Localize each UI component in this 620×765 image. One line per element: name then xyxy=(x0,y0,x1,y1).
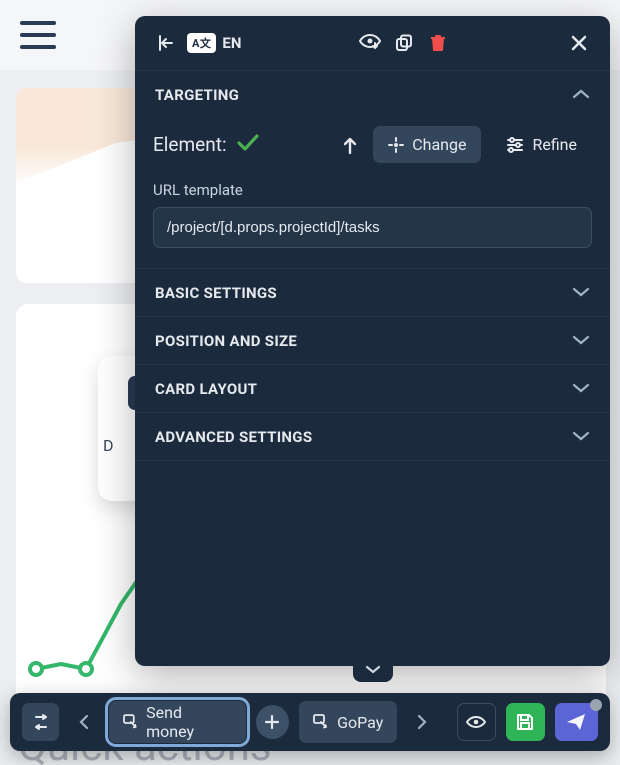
bg-mini-text: D xyxy=(103,436,114,455)
refine-label: Refine xyxy=(532,135,577,154)
publish-button[interactable] xyxy=(555,703,598,741)
step-chip-send-money[interactable]: Send money xyxy=(109,701,246,743)
change-button[interactable]: Change xyxy=(373,126,481,163)
language-selector[interactable]: A文 EN xyxy=(187,33,241,53)
step-chip-gopay[interactable]: GoPay xyxy=(299,701,397,743)
chevron-up-icon xyxy=(572,85,590,104)
section-advanced-settings[interactable]: ADVANCED SETTINGS xyxy=(135,412,610,461)
menu-icon[interactable] xyxy=(20,21,56,49)
targeting-body: Element: Change Refine URL template xyxy=(135,118,610,268)
close-icon[interactable] xyxy=(566,30,592,56)
step-label: GoPay xyxy=(337,713,383,732)
language-code: EN xyxy=(222,34,241,52)
translate-icon: A文 xyxy=(187,33,216,53)
element-label: Element: xyxy=(153,133,227,156)
dock-left-icon[interactable] xyxy=(153,30,179,56)
prev-step-button[interactable] xyxy=(69,703,98,741)
delete-icon[interactable] xyxy=(425,30,451,56)
check-icon xyxy=(237,134,259,156)
sliders-icon xyxy=(506,137,524,153)
section-title: TARGETING xyxy=(155,86,239,104)
panel-toolbar: A文 EN xyxy=(135,16,610,70)
cursor-icon xyxy=(313,714,329,730)
save-button[interactable] xyxy=(506,703,545,741)
section-position-size[interactable]: POSITION AND SIZE xyxy=(135,316,610,364)
change-label: Change xyxy=(412,135,466,154)
duplicate-icon[interactable] xyxy=(391,30,417,56)
section-card-layout[interactable]: CARD LAYOUT xyxy=(135,364,610,412)
section-title: ADVANCED SETTINGS xyxy=(155,428,312,446)
section-title: CARD LAYOUT xyxy=(155,380,257,398)
visibility-toggle-icon[interactable] xyxy=(357,30,383,56)
notification-dot xyxy=(590,699,602,711)
preview-button[interactable] xyxy=(457,703,496,741)
chevron-down-icon xyxy=(572,283,590,302)
next-step-button[interactable] xyxy=(407,703,436,741)
url-template-label: URL template xyxy=(153,181,592,199)
section-targeting[interactable]: TARGETING xyxy=(135,70,610,118)
collapse-panel-button[interactable] xyxy=(353,657,393,682)
refine-button[interactable]: Refine xyxy=(491,126,592,163)
section-title: POSITION AND SIZE xyxy=(155,332,297,350)
chevron-down-icon xyxy=(572,427,590,446)
target-icon xyxy=(388,137,404,153)
chevron-down-icon xyxy=(572,331,590,350)
section-title: BASIC SETTINGS xyxy=(155,284,277,302)
parent-element-icon[interactable] xyxy=(337,132,363,158)
chevron-down-icon xyxy=(572,379,590,398)
step-label: Send money xyxy=(146,703,232,741)
url-template-input[interactable] xyxy=(153,207,592,248)
flow-toggle-button[interactable] xyxy=(22,703,59,741)
bottom-toolbar: Send money GoPay xyxy=(10,693,610,751)
section-basic-settings[interactable]: BASIC SETTINGS xyxy=(135,268,610,316)
settings-panel: A文 EN TARGETING Element: xyxy=(135,16,610,666)
cursor-icon xyxy=(123,714,139,730)
add-step-button[interactable] xyxy=(256,705,289,739)
